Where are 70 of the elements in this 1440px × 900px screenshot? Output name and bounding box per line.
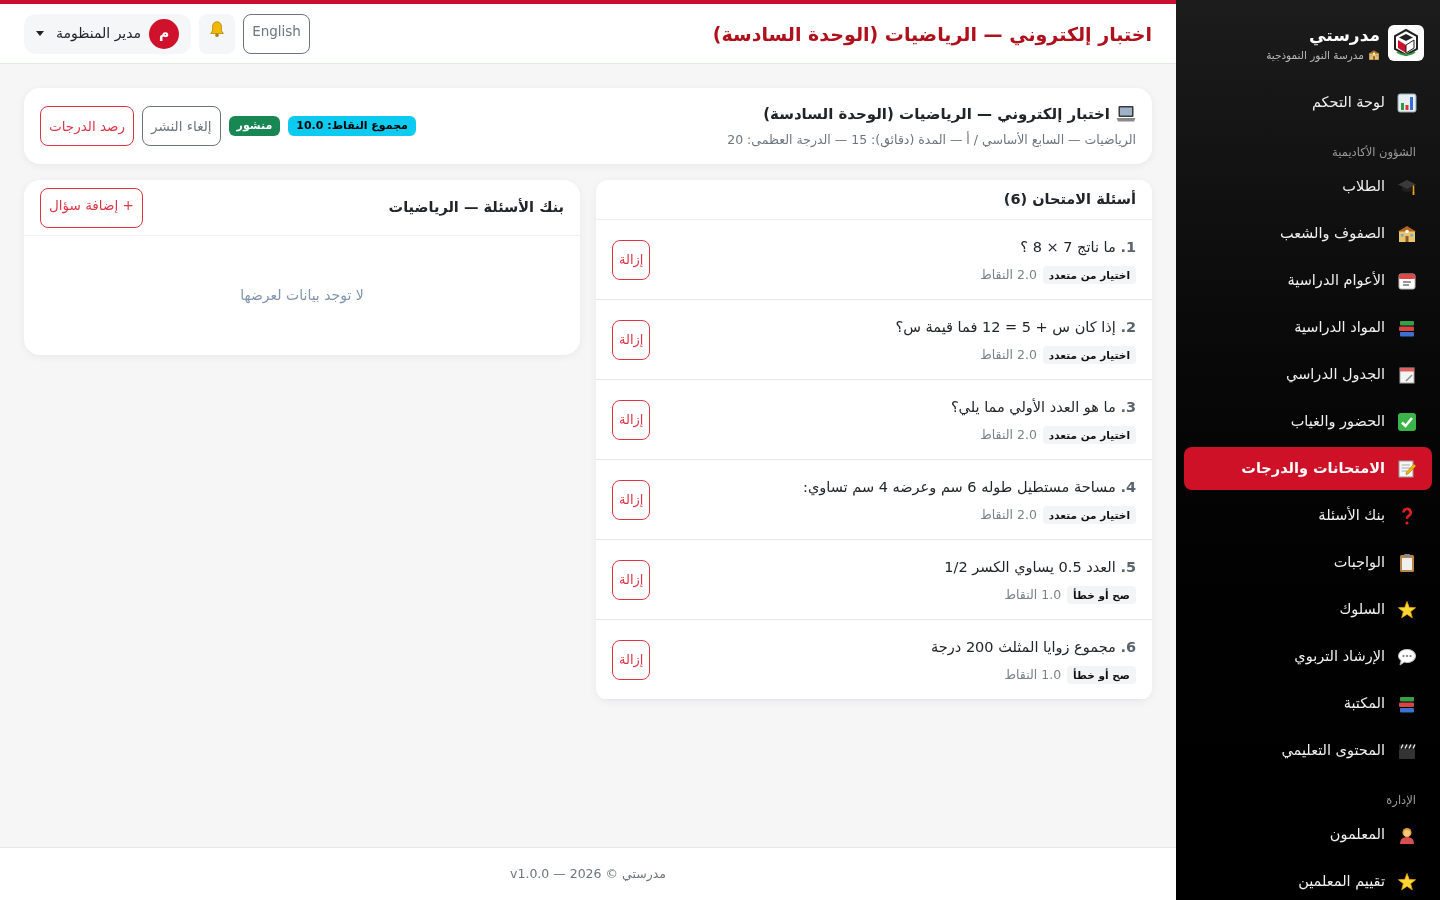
speech-bubble-icon — [1397, 646, 1417, 667]
calendar-icon — [1397, 270, 1417, 291]
star-icon — [1397, 599, 1417, 620]
remove-button[interactable]: إزالة — [612, 559, 651, 600]
points-text: 1.0 النقاط — [1004, 585, 1062, 604]
question-type-tag: اختيار من متعدد — [1042, 345, 1136, 364]
total-points-badge: مجموع النقاط: 10.0 — [288, 116, 416, 136]
nav-section-label: الإدارة — [1385, 792, 1417, 809]
star-icon — [1397, 871, 1417, 892]
points-text: 2.0 النقاط — [980, 345, 1037, 364]
sidebar-item[interactable]: الإرشاد التربوي — [1184, 635, 1432, 678]
points-text: 1.0 النقاط — [1004, 665, 1062, 684]
sidebar-item[interactable]: لوحة التحكم — [1184, 81, 1432, 124]
user-avatar: م — [149, 18, 180, 49]
exam-details: الرياضيات — السابع الأساسي / أ — المدة (دقائق): 15 — الدرجة العظمى: 20 — [727, 130, 1136, 150]
remove-button[interactable]: إزالة — [612, 239, 651, 280]
record-grades-button[interactable]: رصد الدرجات — [40, 106, 134, 146]
unpublish-button[interactable]: إلغاء النشر — [142, 106, 221, 146]
question-type-tag: اختيار من متعدد — [1042, 505, 1136, 524]
points-text: 2.0 النقاط — [980, 425, 1037, 444]
sidebar-item[interactable]: تقييم المعلمين — [1184, 860, 1432, 900]
school-building-icon — [1397, 223, 1417, 244]
sidebar-item[interactable]: الحضور والغياب — [1184, 400, 1432, 443]
sidebar-item[interactable]: السلوك — [1184, 588, 1432, 631]
exam-title: اختبار إلكتروني — الرياضيات (الوحدة السادسة) — [763, 104, 1110, 125]
user-name: مدير المنظومة — [56, 24, 142, 44]
bar-chart-icon — [1397, 92, 1417, 113]
empty-state-text: لا توجد بيانات لعرضها — [240, 286, 364, 306]
sidebar-item[interactable]: المحتوى التعليمي — [1184, 729, 1432, 772]
laptop-icon — [1116, 105, 1136, 123]
notifications-button[interactable] — [199, 13, 236, 54]
sidebar-item[interactable]: بنك الأسئلة — [1184, 494, 1432, 537]
sidebar-item[interactable]: الواجبات — [1184, 541, 1432, 584]
sidebar-item[interactable]: الأعوام الدراسية — [1184, 259, 1432, 302]
page-title: اختبار إلكتروني — الرياضيات (الوحدة السادسة) — [712, 21, 1152, 48]
calendar-pad-icon — [1397, 364, 1417, 385]
logo-icon — [1388, 25, 1424, 61]
remove-button[interactable]: إزالة — [612, 399, 651, 440]
sidebar-item[interactable]: الجدول الدراسي — [1184, 353, 1432, 396]
remove-button[interactable]: إزالة — [612, 479, 651, 520]
question-type-tag: اختيار من متعدد — [1042, 425, 1136, 444]
points-text: 2.0 النقاط — [980, 265, 1037, 284]
sidebar-item[interactable]: المعلمون — [1184, 813, 1432, 856]
question-type-tag: صح أو خطأ — [1067, 585, 1136, 604]
school-building-icon — [1368, 49, 1380, 61]
sidebar-item[interactable]: المواد الدراسية — [1184, 306, 1432, 349]
bell-icon — [208, 19, 227, 38]
points-text: 2.0 النقاط — [980, 505, 1037, 524]
card-title: أسئلة الامتحان (6) — [1003, 189, 1136, 209]
sidebar-item[interactable]: المكتبة — [1184, 682, 1432, 725]
footer-text: مدرستي © 2026 — v1.0.0 — [510, 864, 666, 884]
sidebar-item[interactable]: الطلاب — [1184, 165, 1432, 208]
sidebar-item[interactable]: الصفوف والشعب — [1184, 212, 1432, 255]
sidebar-item[interactable]: الامتحانات والدرجات — [1184, 447, 1432, 490]
school-name: مدرسة النور النموذجية — [1266, 48, 1364, 63]
user-menu-button[interactable]: م مدير المنظومة — [24, 13, 192, 54]
status-badge: منشور — [228, 116, 281, 136]
caret-down-icon — [36, 31, 44, 36]
question-type-tag: صح أو خطأ — [1067, 665, 1136, 684]
nav-section-label: الشؤون الأكاديمية — [1331, 144, 1417, 161]
add-question-button[interactable]: + إضافة سؤال — [40, 187, 143, 228]
brand-name: مدرستي — [1308, 24, 1380, 47]
remove-button[interactable]: إزالة — [612, 639, 651, 680]
language-button[interactable]: English — [243, 13, 310, 54]
check-box-icon — [1397, 411, 1417, 432]
clipboard-icon — [1397, 552, 1417, 573]
card-title: بنك الأسئلة — الرياضيات — [388, 197, 564, 218]
remove-button[interactable]: إزالة — [612, 319, 651, 360]
question-type-tag: اختيار من متعدد — [1042, 265, 1136, 284]
memo-pencil-icon — [1397, 458, 1417, 479]
